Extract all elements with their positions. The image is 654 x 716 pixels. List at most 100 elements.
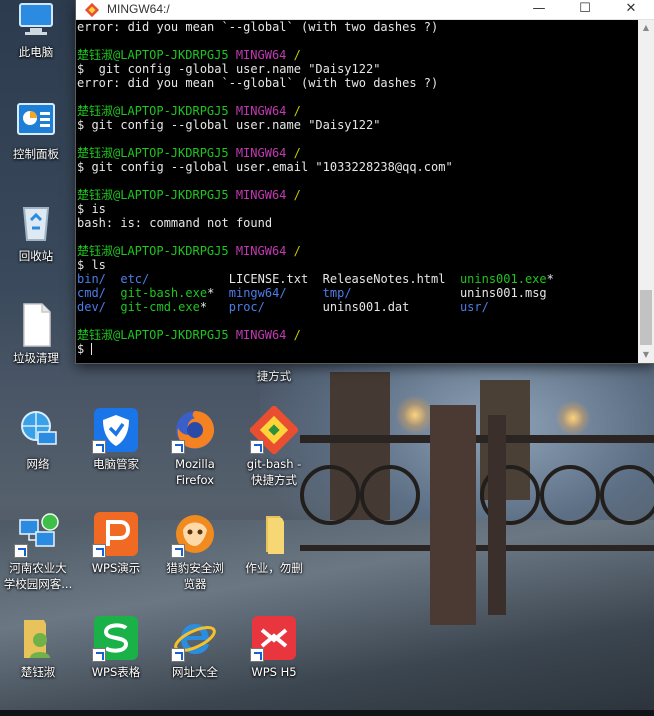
minimize-button[interactable]: —: [516, 0, 562, 19]
desktop-icon-label: git-bash - 快捷方式: [246, 457, 302, 487]
terminal-text: git-bash.exe: [120, 286, 208, 300]
ie-icon: [171, 614, 219, 662]
shortcut-arrow-icon: [14, 544, 28, 558]
scroll-thumb[interactable]: [640, 290, 652, 345]
terminal-text: *: [199, 300, 229, 314]
terminal-text: MINGW64: [235, 328, 294, 342]
desktop-icon-user-folder[interactable]: 楚钰淑: [2, 614, 74, 680]
liebao-browser-icon: [171, 510, 219, 558]
file-icon: [12, 300, 60, 348]
desktop-icon-pc-manager[interactable]: 电脑管家: [80, 406, 152, 472]
text-cursor: [91, 343, 93, 355]
desktop-icon-campus-net[interactable]: 河南农业大 学校园网客...: [2, 510, 74, 592]
terminal-text: 楚钰淑@LAPTOP-JKDRPGJ5: [77, 146, 236, 160]
wallpaper-fence: [300, 405, 654, 625]
terminal-text: /: [293, 244, 301, 258]
desktop-icon-label: 猎豹安全浏 览器: [166, 561, 224, 591]
terminal-line: dev/ git-cmd.exe* proc/ unins001.dat usr…: [77, 300, 639, 314]
terminal-line: 楚钰淑@LAPTOP-JKDRPGJ5 MINGW64 /: [77, 188, 639, 202]
shortcut-arrow-icon: [171, 544, 185, 558]
terminal-line: $ git config -global user.name "Daisy122…: [77, 62, 639, 76]
desktop-icon-label: 楚钰淑: [20, 665, 56, 679]
terminal-line: error: did you mean `--global` (with two…: [77, 76, 639, 90]
shortcut-arrow-icon: [92, 648, 106, 662]
terminal-text: MINGW64: [235, 48, 294, 62]
terminal-text: $ is: [77, 202, 106, 216]
terminal-text: cmd/: [77, 286, 106, 300]
terminal-text: /: [293, 328, 301, 342]
terminal-line: 楚钰淑@LAPTOP-JKDRPGJ5 MINGW64 /: [77, 48, 639, 62]
terminal-text: MINGW64: [235, 188, 294, 202]
desktop-icon-trash-cleanup[interactable]: 垃圾清理: [0, 300, 72, 366]
vertical-scrollbar[interactable]: ▲ ▼: [638, 20, 654, 363]
shortcut-arrow-icon: [92, 440, 106, 454]
shortcut-arrow-icon: [92, 544, 106, 558]
control-panel-icon: [12, 96, 60, 144]
terminal-window[interactable]: MINGW64:/ — ☐ ✕ error: did you mean `--g…: [76, 0, 654, 363]
desktop-icon-this-pc[interactable]: 此电脑: [0, 0, 72, 60]
desktop-icon-label: WPS表格: [91, 665, 141, 679]
desktop-icon-label: 电脑管家: [93, 457, 139, 471]
wps-spreadsheet-icon: [92, 614, 140, 662]
terminal-line: error: did you mean `--global` (with two…: [77, 20, 639, 34]
terminal-line: $: [77, 342, 639, 356]
desktop-icon-label: WPS H5: [251, 665, 297, 679]
computer-icon: [12, 0, 60, 42]
git-bash-icon: [84, 2, 100, 18]
desktop-icon-wps-h5[interactable]: WPS H5: [238, 614, 310, 680]
pc-manager-icon: [92, 406, 140, 454]
close-button[interactable]: ✕: [608, 0, 654, 19]
desktop-icon-network[interactable]: 网络: [2, 406, 74, 472]
terminal-line: cmd/ git-bash.exe* mingw64/ tmp/ unins00…: [77, 286, 639, 300]
desktop-icon-control-panel[interactable]: 控制面板: [0, 96, 72, 162]
firefox-icon: [171, 406, 219, 454]
terminal-line: $ is: [77, 202, 639, 216]
terminal-text: 楚钰淑@LAPTOP-JKDRPGJ5: [77, 244, 236, 258]
maximize-button[interactable]: ☐: [562, 0, 608, 19]
terminal-line: $ git config --global user.name "Daisy12…: [77, 118, 639, 132]
terminal-text: $: [77, 342, 92, 356]
desktop-icon-wps-presentation[interactable]: WPS演示: [80, 510, 152, 576]
desktop-icon-liebao-browser[interactable]: 猎豹安全浏 览器: [159, 510, 231, 592]
terminal-text: $ ls: [77, 258, 106, 272]
scroll-up-icon[interactable]: ▲: [638, 20, 654, 36]
terminal-text: 楚钰淑@LAPTOP-JKDRPGJ5: [77, 104, 236, 118]
terminal-text: 楚钰淑@LAPTOP-JKDRPGJ5: [77, 328, 236, 342]
desktop-icon-label: 网址大全: [172, 665, 218, 679]
desktop-icon-web-directory[interactable]: 网址大全: [159, 614, 231, 680]
user-folder-icon: [14, 614, 62, 662]
desktop-icon-git-bash[interactable]: git-bash - 快捷方式: [238, 404, 310, 488]
shortcut-arrow-icon: [250, 648, 264, 662]
terminal-text: /: [293, 146, 301, 160]
terminal-text: /: [293, 188, 301, 202]
terminal-line: bin/ etc/ LICENSE.txt ReleaseNotes.html …: [77, 272, 639, 286]
recycle-bin-icon: [12, 198, 60, 246]
desktop-icon-recycle-bin[interactable]: 回收站: [0, 198, 72, 264]
terminal-text: MINGW64: [235, 104, 294, 118]
terminal-text: git-cmd.exe: [120, 300, 200, 314]
git-icon: [248, 404, 300, 456]
terminal-text: unins001.exe: [459, 272, 547, 286]
desktop-icon-label: 此电脑: [18, 45, 54, 59]
terminal-line: $ ls: [77, 258, 639, 272]
title-bar[interactable]: MINGW64:/ — ☐ ✕: [76, 0, 654, 20]
terminal-output[interactable]: error: did you mean `--global` (with two…: [76, 20, 639, 363]
terminal-text: /: [293, 104, 301, 118]
terminal-text: bash: is: command not found: [77, 216, 273, 230]
terminal-line: 楚钰淑@LAPTOP-JKDRPGJ5 MINGW64 /: [77, 146, 639, 160]
terminal-text: LICENSE.txt ReleaseNotes.html: [149, 272, 460, 286]
network-client-icon: [14, 510, 62, 558]
taskbar-edge: [0, 710, 654, 716]
desktop-icon-homework-folder[interactable]: 作业，勿删: [238, 510, 310, 576]
scroll-down-icon[interactable]: ▼: [638, 347, 654, 363]
desktop-icon-firefox[interactable]: Mozilla Firefox: [159, 406, 231, 488]
desktop-icon-wps-spreadsheet[interactable]: WPS表格: [80, 614, 152, 680]
desktop-icon-label: Mozilla Firefox: [175, 457, 215, 487]
desktop-icon-label: 河南农业大 学校园网客...: [3, 561, 73, 591]
terminal-text: error: did you mean `--global` (with two…: [77, 20, 439, 34]
terminal-text: *: [546, 272, 554, 286]
